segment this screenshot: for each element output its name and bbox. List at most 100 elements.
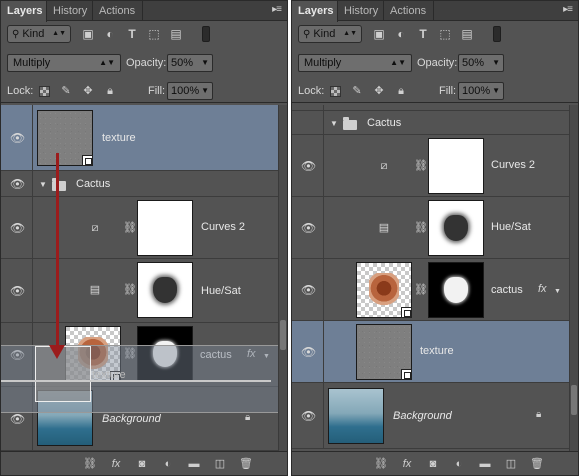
visibility-toggle[interactable]: 👁︎ [292, 197, 324, 258]
layer-effects-icon[interactable]: fx [538, 283, 547, 295]
layer-name[interactable]: Hue/Sat [201, 285, 241, 297]
tab-actions[interactable]: Actions [384, 1, 434, 21]
layer-row-huesat[interactable]: 👁︎ ▤ ⛓︎ Hue/Sat [292, 197, 578, 259]
visibility-toggle[interactable]: 👁︎ [292, 383, 324, 448]
layer-mask-thumbnail[interactable] [428, 262, 484, 318]
layer-row-background[interactable]: 👁︎ Background 🔒︎ [292, 383, 578, 449]
layer-name[interactable]: texture [102, 132, 136, 144]
panel-menu-icon[interactable]: ▸≡ [563, 4, 573, 15]
new-adjustment-layer-icon[interactable]: ◐ [161, 457, 175, 471]
trash-icon[interactable]: 🗑︎ [530, 457, 544, 471]
layer-name[interactable]: Background [393, 410, 452, 422]
filter-toggle-switch[interactable] [493, 26, 501, 42]
lock-transparent-pixels-icon[interactable] [39, 86, 50, 97]
layer-row-curves[interactable]: 👁︎ ⧄ ⛓︎ Curves 2 [1, 197, 287, 259]
tab-history[interactable]: History [47, 1, 93, 21]
lock-position-icon[interactable]: ✥ [372, 84, 386, 98]
layer-name[interactable]: Hue/Sat [491, 221, 531, 233]
layer-row-texture[interactable]: 👁︎ texture [292, 321, 578, 383]
expand-triangle-icon[interactable]: ▼ [39, 180, 47, 189]
add-mask-icon[interactable]: ◙ [135, 457, 149, 471]
layer-mask-thumbnail[interactable] [137, 262, 193, 318]
dropdown-arrow-icon[interactable]: ▼ [492, 83, 500, 99]
lock-position-icon[interactable]: ✥ [81, 84, 95, 98]
link-icon[interactable]: ⛓︎ [414, 221, 428, 234]
dropdown-arrow-icon[interactable]: ▼ [201, 83, 209, 99]
layer-mask-thumbnail[interactable] [428, 138, 484, 194]
visibility-toggle[interactable]: 👁︎ [292, 259, 324, 320]
layer-name[interactable]: Cactus [367, 117, 401, 129]
pixel-filter-icon[interactable]: ▣ [81, 27, 95, 41]
lock-all-icon[interactable]: 🔒︎ [394, 84, 408, 98]
link-icon[interactable]: ⛓︎ [414, 283, 428, 296]
fill-field[interactable]: 100% ▼ [458, 82, 504, 100]
type-filter-icon[interactable]: T [125, 27, 139, 41]
link-icon[interactable]: ⛓︎ [414, 159, 428, 172]
layer-name[interactable]: texture [420, 345, 454, 357]
add-layer-style-icon[interactable]: fx [109, 457, 123, 471]
panel-menu-icon[interactable]: ▸≡ [272, 4, 282, 15]
blend-mode-select[interactable]: Multiply ▲▼ [7, 54, 121, 72]
add-layer-style-icon[interactable]: fx [400, 457, 414, 471]
lock-transparent-pixels-icon[interactable] [330, 86, 341, 97]
lock-image-pixels-icon[interactable]: ✎ [350, 84, 364, 98]
new-layer-icon[interactable]: ◫ [213, 457, 227, 471]
dropdown-arrow-icon[interactable]: ▼ [492, 55, 500, 71]
layer-row-curves[interactable]: 👁︎ ⧄ ⛓︎ Curves 2 [292, 135, 578, 197]
visibility-toggle[interactable]: 👁︎ [292, 135, 324, 196]
dropdown-arrow-icon[interactable]: ▼ [201, 55, 209, 71]
tab-layers[interactable]: Layers [1, 1, 47, 22]
blend-mode-select[interactable]: Multiply ▲▼ [298, 54, 412, 72]
new-group-icon[interactable]: ▬ [478, 457, 492, 471]
trash-icon[interactable]: 🗑︎ [239, 457, 253, 471]
layer-row-huesat[interactable]: 👁︎ ▤ ⛓︎ Hue/Sat [1, 259, 287, 323]
scrollbar-thumb[interactable] [571, 385, 577, 415]
expand-triangle-icon[interactable]: ▼ [330, 119, 338, 128]
visibility-toggle[interactable]: 👁︎ [1, 105, 33, 170]
link-layers-icon[interactable]: ⛓︎ [374, 457, 388, 471]
layer-row-group-cactus[interactable]: 👁︎ ▼ Cactus [1, 171, 287, 197]
layers-scrollbar[interactable] [569, 105, 578, 452]
layer-name[interactable]: Background [102, 413, 161, 425]
filter-toggle-switch[interactable] [202, 26, 210, 42]
opacity-field[interactable]: 50% ▼ [167, 54, 213, 72]
new-adjustment-layer-icon[interactable]: ◐ [452, 457, 466, 471]
opacity-field[interactable]: 50% ▼ [458, 54, 504, 72]
layer-row-texture[interactable]: 👁︎ texture [1, 105, 287, 171]
pixel-filter-icon[interactable]: ▣ [372, 27, 386, 41]
layer-name[interactable]: cactus [491, 284, 523, 296]
adjustment-filter-icon[interactable]: ◐ [394, 27, 408, 41]
shape-filter-icon[interactable]: ⬚ [438, 27, 452, 41]
tab-history[interactable]: History [338, 1, 384, 21]
visibility-toggle[interactable] [292, 111, 324, 134]
smart-object-filter-icon[interactable]: ▤ [169, 27, 183, 41]
tab-layers[interactable]: Layers [292, 1, 338, 22]
layer-row-cactus[interactable]: 👁︎ ⛓︎ cactus fx ▼ [292, 259, 578, 321]
visibility-toggle[interactable]: 👁︎ [292, 321, 324, 382]
lock-image-pixels-icon[interactable]: ✎ [59, 84, 73, 98]
layer-name[interactable]: Cactus [76, 178, 110, 190]
layer-mask-thumbnail[interactable] [137, 200, 193, 256]
new-layer-icon[interactable]: ◫ [504, 457, 518, 471]
shape-filter-icon[interactable]: ⬚ [147, 27, 161, 41]
layer-row-group-cactus[interactable]: ▼ Cactus [292, 111, 578, 135]
link-icon[interactable]: ⛓︎ [123, 221, 137, 234]
lock-all-icon[interactable]: 🔒︎ [103, 84, 117, 98]
link-layers-icon[interactable]: ⛓︎ [83, 457, 97, 471]
layer-name[interactable]: Curves 2 [491, 159, 535, 171]
fill-field[interactable]: 100% ▼ [167, 82, 213, 100]
tab-actions[interactable]: Actions [93, 1, 143, 21]
type-filter-icon[interactable]: T [416, 27, 430, 41]
scrollbar-thumb[interactable] [280, 320, 286, 350]
new-group-icon[interactable]: ▬ [187, 457, 201, 471]
layers-scrollbar[interactable] [278, 105, 287, 452]
add-mask-icon[interactable]: ◙ [426, 457, 440, 471]
smart-object-filter-icon[interactable]: ▤ [460, 27, 474, 41]
layer-name[interactable]: Curves 2 [201, 221, 245, 233]
visibility-toggle[interactable]: 👁︎ [1, 171, 33, 196]
layer-mask-thumbnail[interactable] [428, 200, 484, 256]
visibility-toggle[interactable]: 👁︎ [1, 197, 33, 258]
kind-filter-select[interactable]: ⚲ Kind ▲▼ [7, 25, 71, 43]
visibility-toggle[interactable]: 👁︎ [1, 259, 33, 322]
kind-filter-select[interactable]: ⚲ Kind ▲▼ [298, 25, 362, 43]
